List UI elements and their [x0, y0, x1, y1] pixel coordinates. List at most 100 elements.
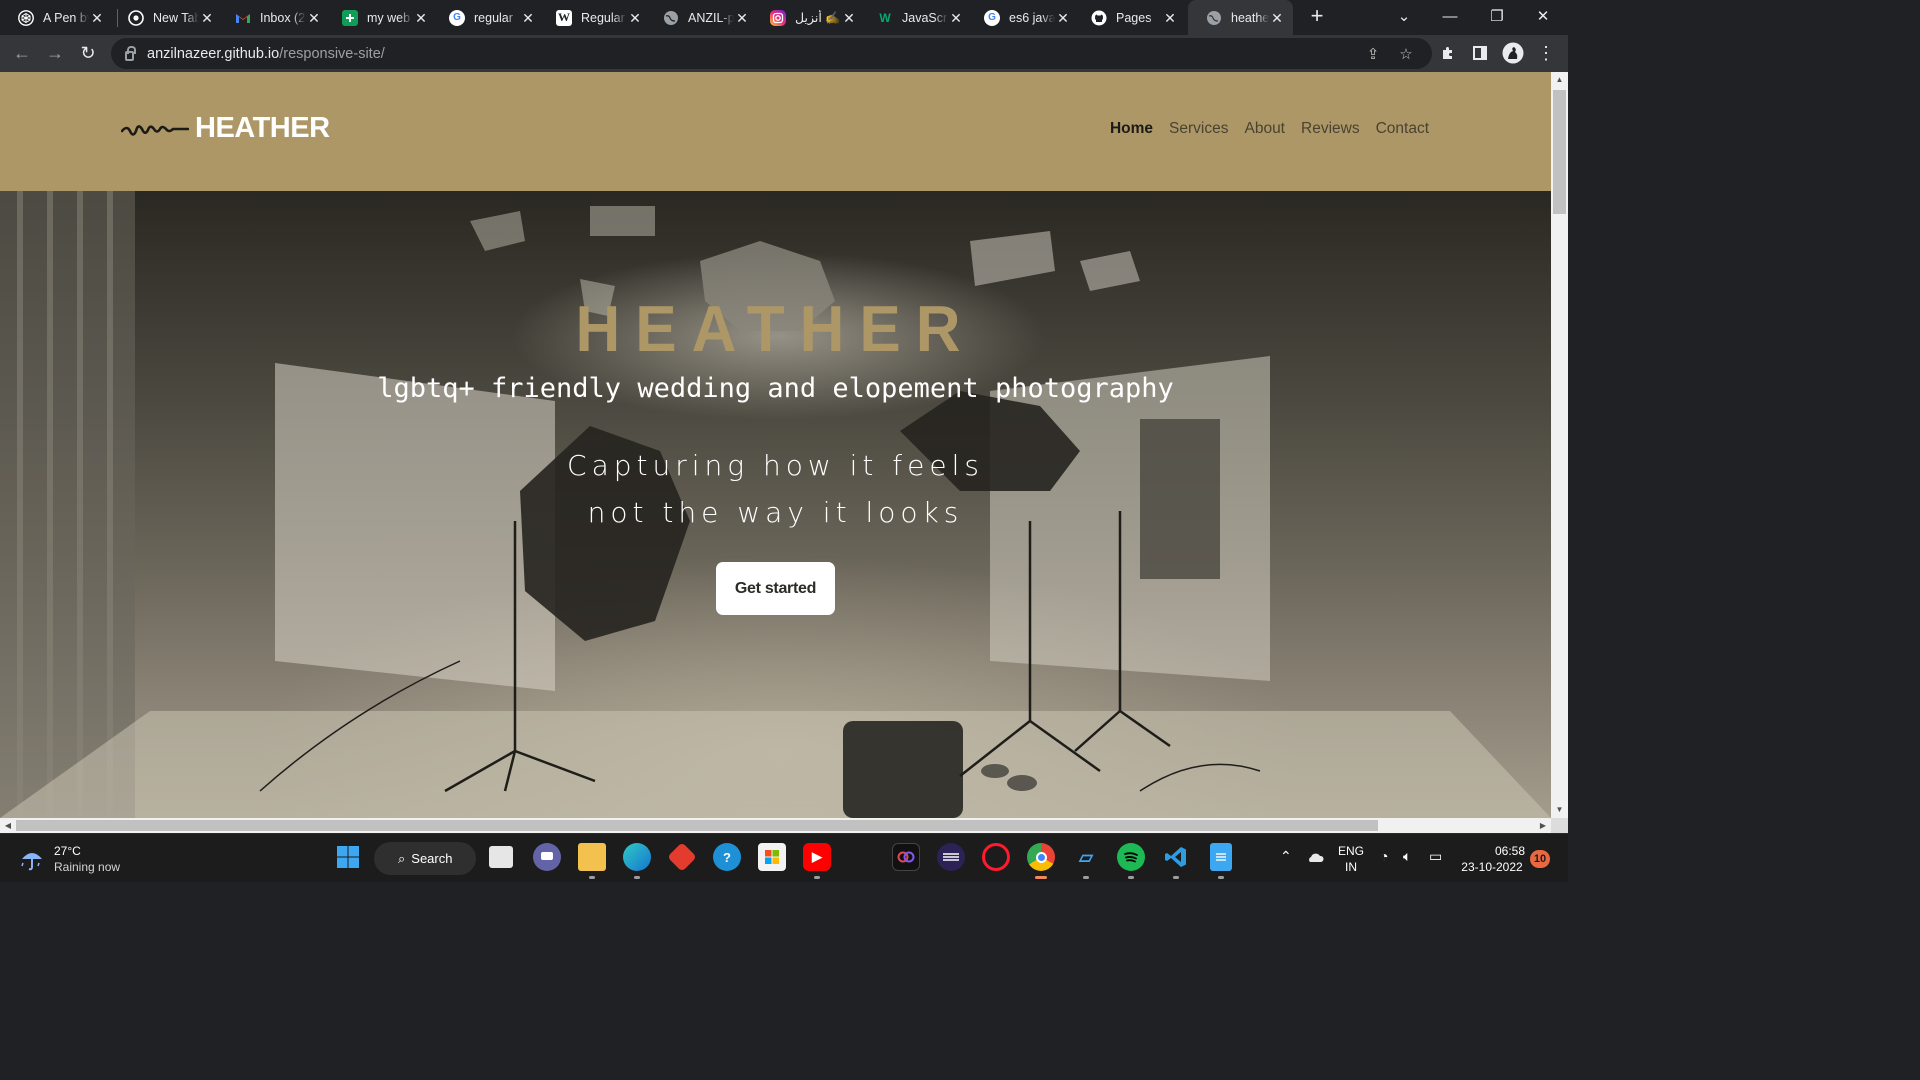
scroll-left-icon[interactable]: ◀: [0, 818, 16, 833]
battery-icon[interactable]: ▭: [1429, 848, 1442, 864]
back-icon[interactable]: ←: [8, 39, 36, 67]
minimize-icon[interactable]: —: [1427, 0, 1473, 32]
codepen-icon: [18, 9, 34, 26]
tab-github-pages[interactable]: Pages ✕: [1073, 0, 1186, 35]
lock-icon: [125, 45, 136, 61]
nav-home[interactable]: Home: [1110, 120, 1153, 138]
vertical-scrollbar[interactable]: ▲ ▼: [1551, 72, 1568, 818]
teams-chat-icon[interactable]: [533, 843, 561, 871]
share-icon[interactable]: ⇪: [1362, 43, 1384, 65]
google-icon: G: [984, 9, 1000, 26]
notification-badge[interactable]: 10: [1530, 850, 1550, 868]
tab-instagram[interactable]: أنزيل ✍️ ✕: [752, 0, 865, 35]
chrome-taskbar-icon[interactable]: [1027, 843, 1055, 871]
tab-w3schools[interactable]: W JavaScri ✕: [859, 0, 972, 35]
nav-about[interactable]: About: [1244, 120, 1285, 138]
eclipse-icon[interactable]: [937, 843, 965, 871]
weather-temperature: 27°C: [54, 844, 81, 858]
github-icon: [1091, 10, 1107, 26]
notepad-icon[interactable]: [1210, 843, 1232, 871]
tab-title: my web: [367, 10, 411, 25]
tab-anzil[interactable]: ANZIL-p ✕: [645, 0, 758, 35]
reload-icon[interactable]: ↻: [74, 39, 102, 67]
opera-icon[interactable]: [982, 843, 1010, 871]
profile-avatar[interactable]: [1499, 39, 1527, 67]
file-explorer-icon[interactable]: [578, 843, 606, 871]
site-header: HEATHER Home Services About Reviews Cont…: [0, 72, 1551, 191]
close-icon[interactable]: ✕: [841, 10, 857, 26]
tab-gmail[interactable]: Inbox (2 ✕: [217, 0, 330, 35]
bookmark-star-icon[interactable]: ☆: [1395, 43, 1417, 65]
window-close-icon[interactable]: ✕: [1520, 0, 1566, 32]
chevron-up-icon[interactable]: ⌃: [1280, 848, 1292, 864]
edge-icon[interactable]: [623, 843, 651, 871]
new-tab-button[interactable]: +: [1304, 4, 1330, 30]
address-bar[interactable]: anzilnazeer.github.io /responsive-site/ …: [111, 38, 1432, 69]
task-view-icon[interactable]: [489, 846, 513, 868]
nav-services[interactable]: Services: [1169, 120, 1228, 138]
running-indicator: [589, 876, 595, 879]
vscode-icon[interactable]: [1162, 843, 1190, 871]
volume-icon[interactable]: 🔈︎: [1403, 848, 1411, 864]
horizontal-scrollbar[interactable]: ◀ ▶: [0, 818, 1551, 833]
tab-title: regular: [474, 10, 513, 25]
extensions-icon[interactable]: [1434, 39, 1462, 67]
close-icon[interactable]: ✕: [199, 10, 215, 26]
menu-icon[interactable]: ⋮: [1532, 39, 1560, 67]
close-icon[interactable]: ✕: [520, 10, 536, 26]
clock[interactable]: 06:58 23-10-2022: [1459, 843, 1525, 875]
windows-start-icon[interactable]: [334, 843, 362, 871]
close-icon[interactable]: ✕: [1269, 10, 1285, 26]
language-code: ENG: [1337, 844, 1364, 858]
weather-widget[interactable]: 27°C Raining now: [18, 843, 120, 875]
tab-heather[interactable]: heather ✕: [1188, 0, 1293, 35]
close-icon[interactable]: ✕: [1055, 10, 1071, 26]
scroll-right-icon[interactable]: ▶: [1535, 818, 1551, 833]
hero-title: HEATHER: [575, 293, 976, 366]
scrollbar-thumb[interactable]: [16, 820, 1378, 831]
nav-reviews[interactable]: Reviews: [1301, 120, 1360, 138]
tab-title: New Tab: [153, 10, 199, 25]
scroll-down-icon[interactable]: ▼: [1551, 802, 1568, 818]
microsoft-store-icon[interactable]: [758, 843, 786, 871]
close-icon[interactable]: ✕: [734, 10, 750, 26]
close-icon[interactable]: ✕: [948, 10, 964, 26]
tab-google-search[interactable]: G regular ✕: [431, 0, 544, 35]
weather-description: Raining now: [54, 860, 121, 874]
close-icon[interactable]: ✕: [627, 10, 643, 26]
instagram-icon: [770, 9, 786, 26]
close-icon[interactable]: ✕: [89, 10, 105, 26]
anydesk-icon[interactable]: [667, 842, 697, 872]
tab-title: ANZIL-p: [688, 10, 734, 25]
taskbar-search[interactable]: ⌕ Search: [374, 842, 476, 875]
close-icon[interactable]: ✕: [306, 10, 322, 26]
tab-search-icon[interactable]: ⌄: [1381, 0, 1427, 32]
wifi-icon[interactable]: ◔: [1380, 848, 1388, 864]
running-indicator: [814, 876, 820, 879]
nav-contact[interactable]: Contact: [1376, 120, 1429, 138]
youtube-icon[interactable]: ▶: [803, 843, 831, 871]
get-started-button[interactable]: Get started: [716, 562, 835, 615]
tab-title: JavaScri: [902, 10, 948, 25]
restore-icon[interactable]: ❐: [1474, 0, 1520, 32]
close-icon[interactable]: ✕: [413, 10, 429, 26]
tab-wikipedia[interactable]: W Regular ✕: [538, 0, 651, 35]
adobe-cc-icon[interactable]: [892, 843, 920, 871]
language-indicator[interactable]: ENG IN: [1336, 843, 1366, 875]
scroll-up-icon[interactable]: ▲: [1551, 72, 1568, 88]
tab-sheets[interactable]: my web ✕: [324, 0, 437, 35]
forward-icon[interactable]: →: [41, 39, 69, 67]
tab-codepen[interactable]: A Pen by ✕: [0, 0, 113, 35]
tab-new-tab[interactable]: New Tab ✕: [110, 0, 223, 35]
scrollbar-thumb[interactable]: [1553, 90, 1566, 214]
help-icon[interactable]: ?: [713, 843, 741, 871]
close-icon[interactable]: ✕: [1162, 10, 1178, 26]
tab-title: Pages: [1116, 10, 1152, 25]
site-logo[interactable]: HEATHER: [121, 112, 330, 145]
side-panel-icon[interactable]: [1466, 39, 1494, 67]
remote-desktop-icon[interactable]: ▱: [1072, 843, 1100, 871]
gmail-icon: [235, 10, 251, 26]
onedrive-icon[interactable]: [1302, 843, 1328, 871]
spotify-icon[interactable]: [1117, 843, 1145, 871]
tab-google-es6[interactable]: G es6 java ✕: [966, 0, 1079, 35]
